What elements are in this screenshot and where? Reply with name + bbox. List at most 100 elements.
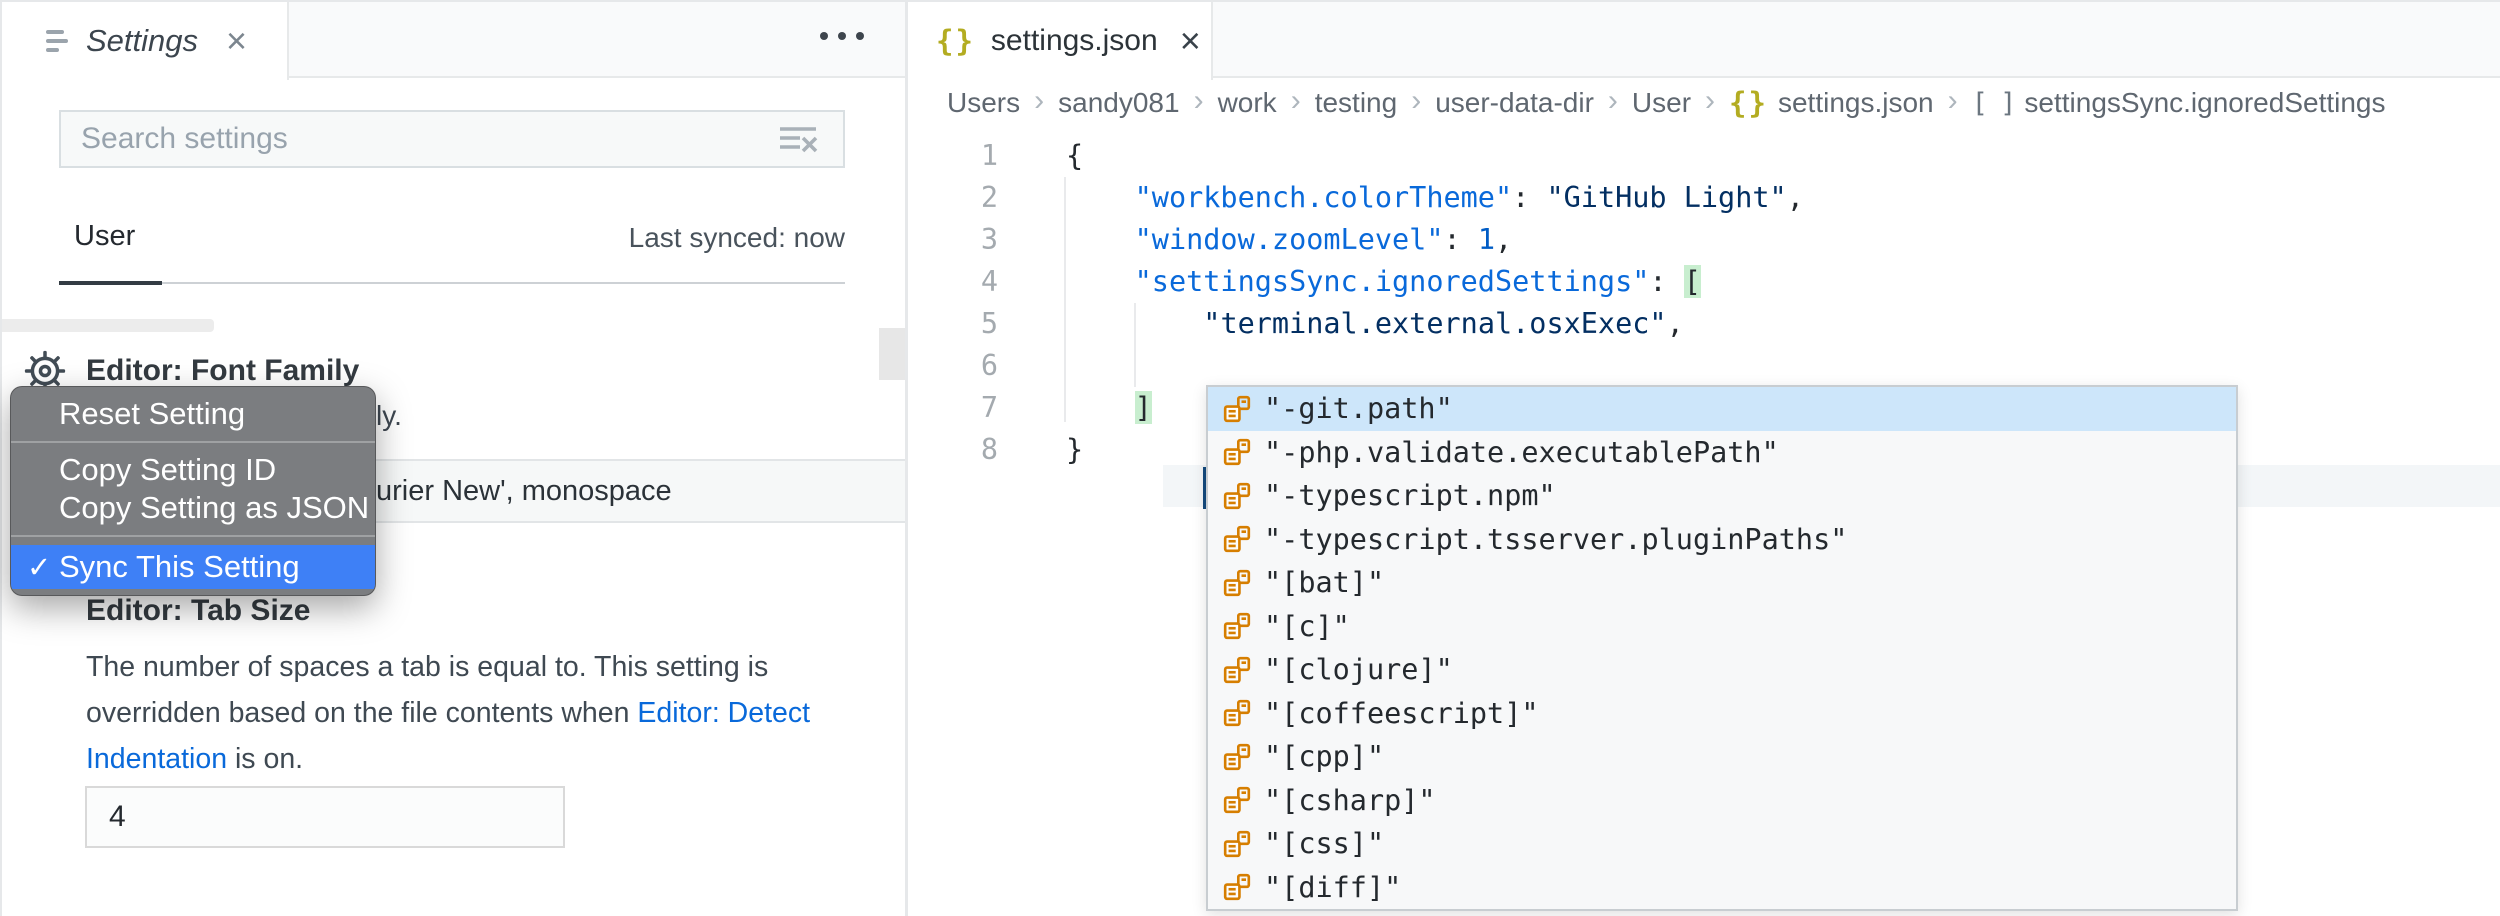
code-line xyxy=(1066,345,1203,387)
breadcrumb-item-sandy081[interactable]: sandy081 xyxy=(1058,87,1179,119)
code-line: "terminal.external.osxExec", xyxy=(1066,303,1684,345)
symbol-enum-icon xyxy=(1222,524,1264,554)
menu-item-copy-setting-as-json[interactable]: Copy Setting as JSON xyxy=(11,489,375,527)
active-tab-underline xyxy=(59,281,162,285)
suggestion-item[interactable]: "[diff]" xyxy=(1208,866,2236,910)
menu-item-sync-this-setting[interactable]: ✓Sync This Setting xyxy=(11,545,375,589)
breadcrumb-separator-icon: › xyxy=(1291,84,1301,118)
clear-filter-icon[interactable] xyxy=(779,125,819,164)
settings-search-box xyxy=(59,110,845,168)
menu-item-label: Copy Setting as JSON xyxy=(59,490,369,526)
breadcrumb-separator-icon: › xyxy=(1034,84,1044,118)
symbol-enum-icon xyxy=(1222,872,1264,902)
suggestion-label: "[css]" xyxy=(1264,827,1384,860)
menu-item-label: Sync This Setting xyxy=(59,549,300,585)
setting-context-menu: Reset Setting Copy Setting IDCopy Setting… xyxy=(10,386,376,596)
scrolled-setting-remnant xyxy=(2,319,214,332)
settings-scope-row: User Last synced: now xyxy=(59,208,845,284)
breadcrumb-separator-icon: › xyxy=(1608,84,1618,118)
tab-size-input[interactable] xyxy=(85,786,565,848)
suggestion-label: "[bat]" xyxy=(1264,566,1384,599)
breadcrumb-item-settingssync-ignoredsettings[interactable]: [ ] settingsSync.ignoredSettings xyxy=(1972,87,2386,119)
vscode-window: Settings × User xyxy=(0,0,2500,916)
line-number: 6 xyxy=(908,345,998,387)
link-editor-detect-indentation[interactable]: Editor: Detect xyxy=(637,697,810,729)
json-braces-icon: {} xyxy=(1729,86,1768,120)
suggestion-item[interactable]: "[clojure]" xyxy=(1208,648,2236,692)
breadcrumb-label: settings.json xyxy=(1778,87,1934,119)
breadcrumb-label: work xyxy=(1218,87,1277,119)
breadcrumb-item-user-data-dir[interactable]: user-data-dir xyxy=(1435,87,1594,119)
suggestion-item[interactable]: "[cpp]" xyxy=(1208,735,2236,779)
suggestion-item[interactable]: "-git.path" xyxy=(1208,387,2236,431)
line-number: 7 xyxy=(908,387,998,429)
font-family-value-fragment: urier New', monospace xyxy=(376,475,672,508)
suggestion-label: "-git.path" xyxy=(1264,392,1453,425)
menu-separator xyxy=(11,441,375,443)
close-icon[interactable]: × xyxy=(1180,23,1201,59)
menu-item-copy-setting-id[interactable]: Copy Setting ID xyxy=(11,451,375,489)
breadcrumb: Users › sandy081 › work › testing › user-data-di… xyxy=(947,82,2386,124)
link-editor-detect-indentation[interactable]: Indentation xyxy=(86,743,227,775)
symbol-enum-icon xyxy=(1222,698,1264,728)
line-number: 8 xyxy=(908,429,998,471)
menu-separator xyxy=(11,535,375,537)
breadcrumb-item-user[interactable]: User xyxy=(1632,87,1691,119)
array-brackets-icon: [ ] xyxy=(1972,88,2015,119)
suggestion-item[interactable]: "-php.validate.executablePath" xyxy=(1208,431,2236,475)
symbol-enum-icon xyxy=(1222,742,1264,772)
settings-list-icon xyxy=(46,30,68,52)
suggestion-label: "[clojure]" xyxy=(1264,653,1453,686)
symbol-enum-icon xyxy=(1222,655,1264,685)
breadcrumb-label: settingsSync.ignoredSettings xyxy=(2024,87,2385,119)
breadcrumb-separator-icon: › xyxy=(1411,84,1421,118)
code-line: "window.zoomLevel": 1, xyxy=(1066,219,1512,261)
symbol-enum-icon xyxy=(1222,394,1264,424)
line-number: 2 xyxy=(908,177,998,219)
breadcrumb-item-work[interactable]: work xyxy=(1218,87,1277,119)
breadcrumb-item-users[interactable]: Users xyxy=(947,87,1020,119)
tab-settings-title: Settings xyxy=(86,23,198,59)
tab-settings-json-title: settings.json xyxy=(991,24,1158,58)
tab-settings[interactable]: Settings × xyxy=(2,2,289,80)
more-actions-icon[interactable] xyxy=(820,32,864,40)
menu-item-label: Reset Setting xyxy=(59,396,245,432)
code-line: "workbench.colorTheme": "GitHub Light", xyxy=(1066,177,1804,219)
symbol-enum-icon xyxy=(1222,481,1264,511)
tab-size-description: The number of spaces a tab is equal to. … xyxy=(86,644,810,782)
suggestion-label: "[c]" xyxy=(1264,610,1350,643)
breadcrumb-label: testing xyxy=(1315,87,1398,119)
description-text: The number of spaces a tab is equal to. … xyxy=(86,651,768,683)
font-family-description-fragment: ly. xyxy=(376,400,402,432)
suggestion-item[interactable]: "[csharp]" xyxy=(1208,779,2236,823)
settings-scrollbar-thumb[interactable] xyxy=(879,328,905,380)
line-number: 5 xyxy=(908,303,998,345)
menu-item-reset-setting[interactable]: Reset Setting xyxy=(11,395,375,433)
breadcrumb-label: user-data-dir xyxy=(1435,87,1594,119)
breadcrumb-item-testing[interactable]: testing xyxy=(1315,87,1398,119)
suggestion-item[interactable]: "[coffeescript]" xyxy=(1208,692,2236,736)
suggestion-label: "-typescript.tsserver.pluginPaths" xyxy=(1264,523,1847,556)
breadcrumb-separator-icon: › xyxy=(1705,84,1715,118)
suggestion-item[interactable]: "[bat]" xyxy=(1208,561,2236,605)
breadcrumb-separator-icon: › xyxy=(1948,84,1958,118)
suggestion-item[interactable]: "[css]" xyxy=(1208,822,2236,866)
code-line: ] xyxy=(1066,387,1152,429)
suggestion-item[interactable]: "-typescript.npm" xyxy=(1208,474,2236,518)
code-editor[interactable]: 1{2 "workbench.colorTheme": "GitHub Ligh… xyxy=(908,122,2500,916)
suggestion-item[interactable]: "-typescript.tsserver.pluginPaths" xyxy=(1208,518,2236,562)
suggestion-label: "[coffeescript]" xyxy=(1264,697,1539,730)
line-number: 4 xyxy=(908,261,998,303)
close-icon[interactable]: × xyxy=(226,23,247,59)
suggestion-label: "[cpp]" xyxy=(1264,740,1384,773)
tab-user-scope[interactable]: User xyxy=(74,220,135,253)
tab-settings-json[interactable]: {} settings.json × xyxy=(908,2,1213,80)
breadcrumb-item-settings-json[interactable]: {} settings.json xyxy=(1729,86,1934,120)
search-input[interactable] xyxy=(61,112,843,166)
suggestion-item[interactable]: "[c]" xyxy=(1208,605,2236,649)
line-number: 1 xyxy=(908,135,998,177)
checkmark-icon: ✓ xyxy=(27,550,51,585)
symbol-enum-icon xyxy=(1222,611,1264,641)
symbol-enum-icon xyxy=(1222,785,1264,815)
settings-panel: Settings × User xyxy=(0,2,905,916)
